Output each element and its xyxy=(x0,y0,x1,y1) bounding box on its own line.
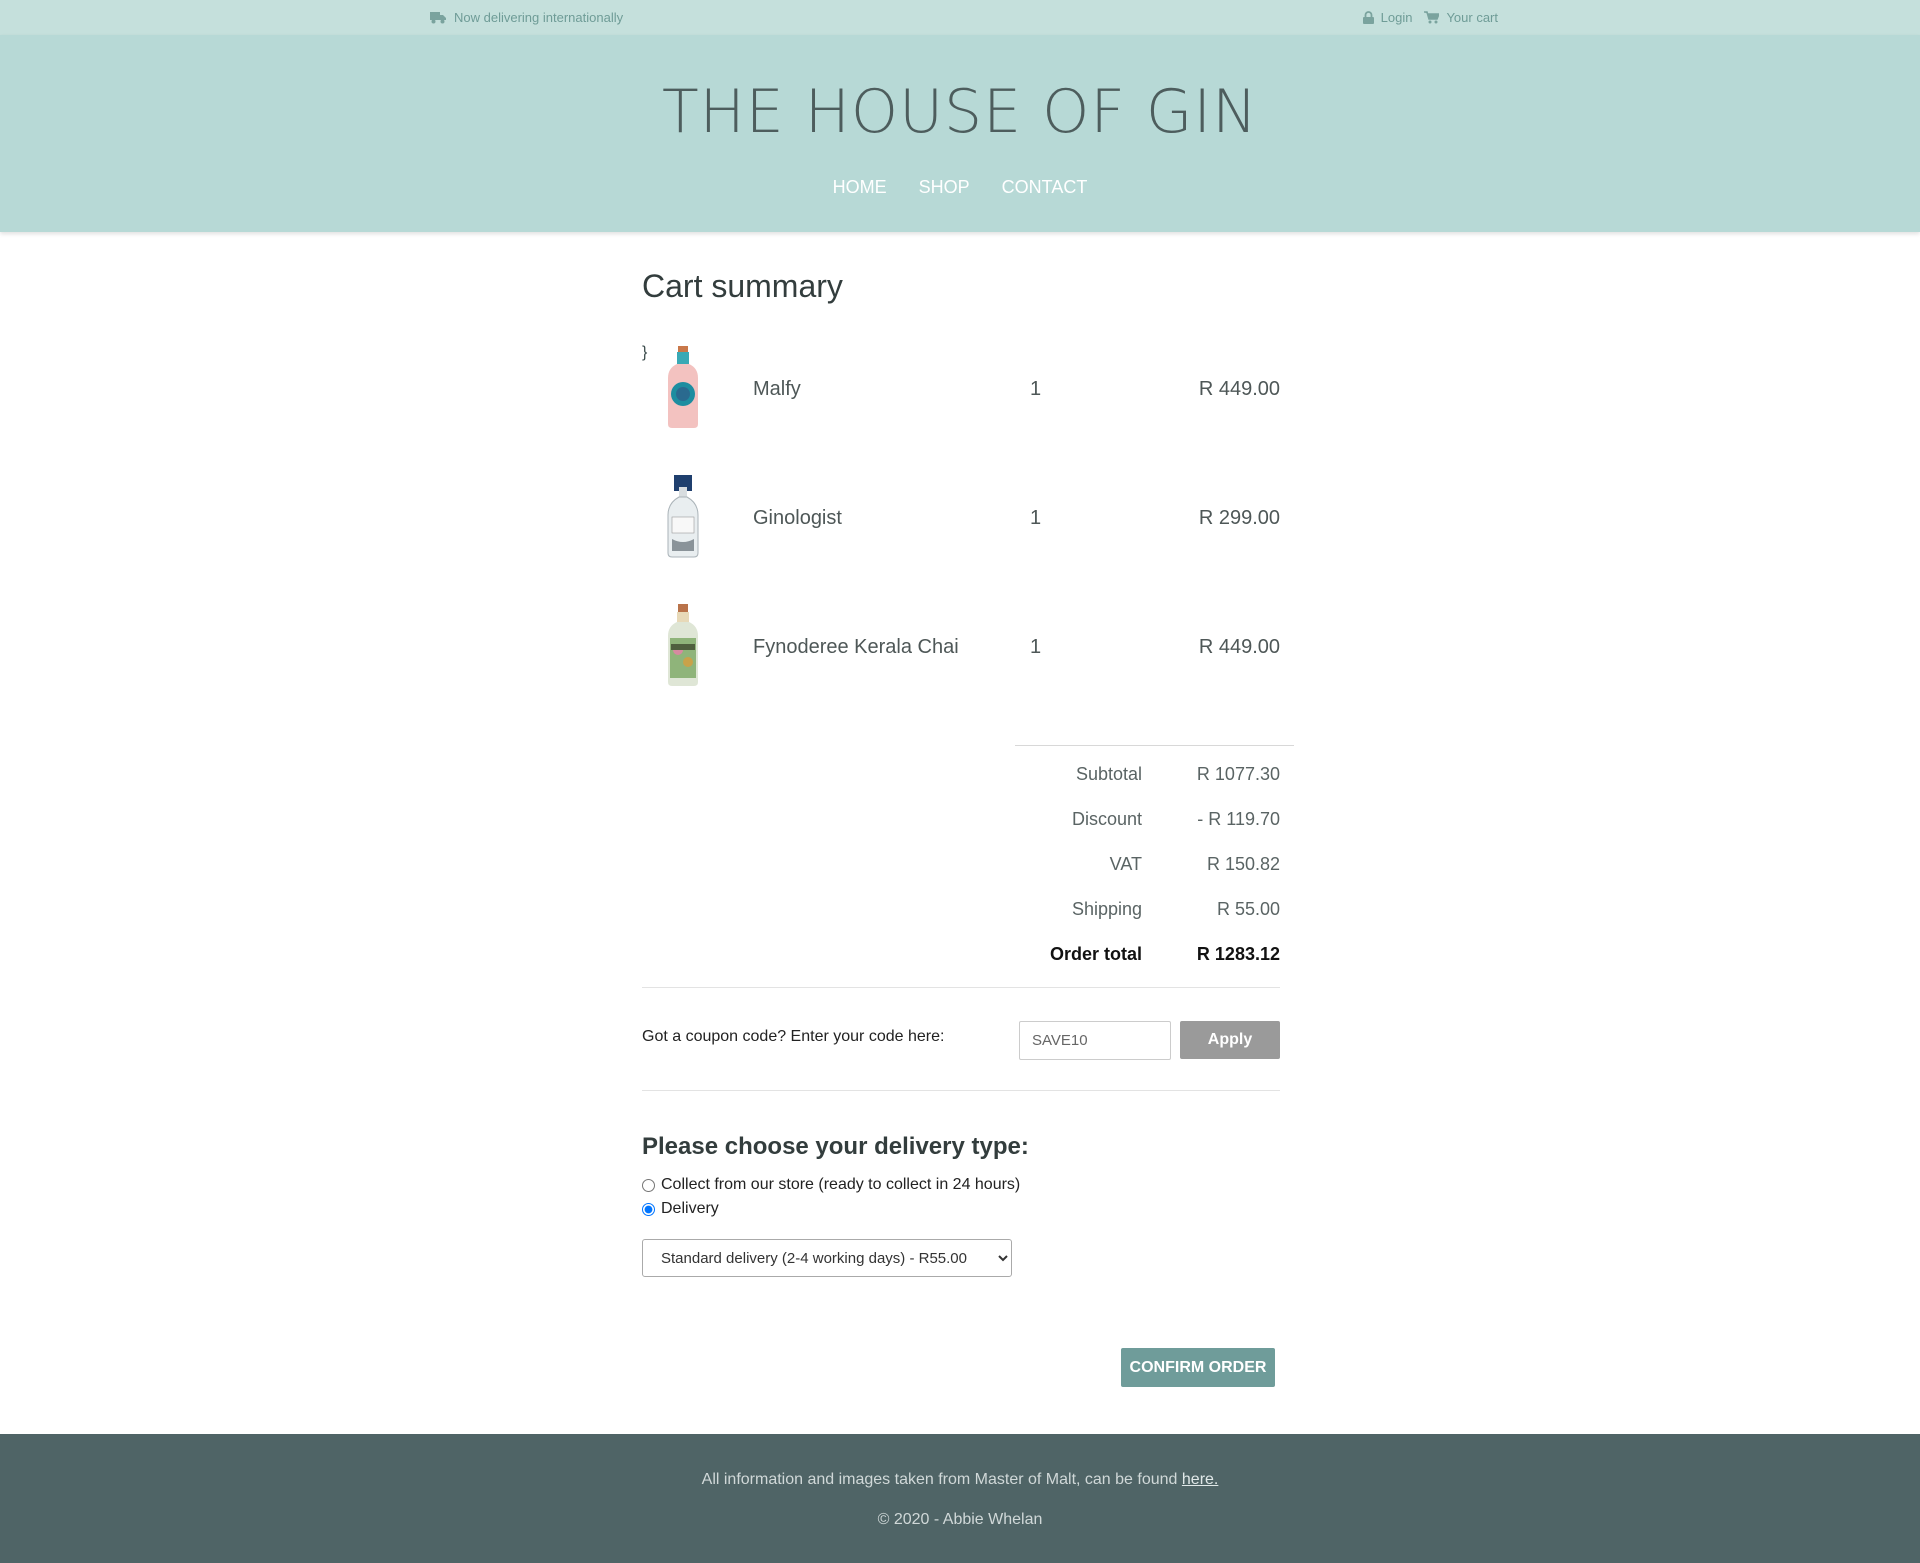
item-price: R 449.00 xyxy=(1198,378,1280,400)
nav-shop[interactable]: SHOP xyxy=(919,177,970,198)
login-link[interactable]: Login xyxy=(1362,10,1413,25)
shipping-value: R 55.00 xyxy=(1216,899,1280,919)
illustrated-gin-bottle-icon xyxy=(660,602,706,688)
footer-info: All information and images taken from Ma… xyxy=(0,1471,1920,1489)
coupon-input[interactable] xyxy=(1019,1021,1171,1060)
item-name[interactable]: Fynoderee Kerala Chai xyxy=(753,636,959,659)
delivery-notice: Now delivering internationally xyxy=(430,10,623,25)
item-price: R 299.00 xyxy=(1198,507,1280,529)
order-total-label: Order total xyxy=(1049,944,1142,964)
confirm-order-button[interactable]: CONFIRM ORDER xyxy=(1121,1348,1275,1387)
footer-info-text: All information and images taken from Ma… xyxy=(701,1471,1178,1488)
collect-label: Collect from our store (ready to collect… xyxy=(661,1176,1021,1193)
page-title: Cart summary xyxy=(642,268,843,304)
nav-contact[interactable]: CONTACT xyxy=(1002,177,1088,198)
delivery-option[interactable]: Delivery xyxy=(642,1200,719,1218)
cart-link[interactable]: Your cart xyxy=(1424,10,1498,25)
vat-value: R 150.82 xyxy=(1206,854,1280,874)
delivery-radio[interactable] xyxy=(642,1202,655,1216)
collect-radio[interactable] xyxy=(642,1178,655,1192)
discount-label: Discount xyxy=(1071,809,1142,829)
apply-coupon-button[interactable]: Apply xyxy=(1180,1021,1280,1059)
delivery-title: Please choose your delivery type: xyxy=(642,1133,1029,1160)
order-total-value: R 1283.12 xyxy=(1196,944,1280,964)
cart-item: Fynoderee Kerala Chai 1 R 449.00 xyxy=(642,602,1280,712)
item-qty: 1 xyxy=(1030,507,1042,529)
order-totals: Subtotal R 1077.30 Discount - R 119.70 V… xyxy=(1015,745,1294,971)
discount-value: - R 119.70 xyxy=(1197,809,1280,829)
delivery-label: Delivery xyxy=(661,1200,719,1217)
divider xyxy=(642,987,1280,988)
item-price: R 449.00 xyxy=(1198,636,1280,658)
pink-gin-bottle-icon xyxy=(660,344,706,430)
cart-item: Malfy 1 R 449.00 } xyxy=(642,344,1280,454)
site-footer: All information and images taken from Ma… xyxy=(0,1434,1920,1563)
top-bar: Now delivering internationally Login You… xyxy=(0,0,1920,35)
main-nav: HOME SHOP CONTACT xyxy=(0,177,1920,198)
shipping-label: Shipping xyxy=(1071,899,1142,919)
subtotal-label: Subtotal xyxy=(1075,764,1142,784)
cart-item: Ginologist 1 R 299.00 xyxy=(642,473,1280,583)
truck-icon xyxy=(430,11,446,24)
subtotal-row: Subtotal R 1077.30 xyxy=(1015,746,1294,791)
shipping-row: Shipping R 55.00 xyxy=(1015,881,1294,926)
lock-icon xyxy=(1362,11,1374,24)
item-name[interactable]: Malfy xyxy=(753,378,801,401)
login-label: Login xyxy=(1380,10,1413,25)
item-qty: 1 xyxy=(1030,636,1042,658)
site-header: THE HOUSE OF GIN HOME SHOP CONTACT xyxy=(0,35,1920,232)
collect-option[interactable]: Collect from our store (ready to collect… xyxy=(642,1176,1020,1194)
subtotal-value: R 1077.30 xyxy=(1196,764,1280,784)
discount-row: Discount - R 119.70 xyxy=(1015,791,1294,836)
clear-gin-bottle-icon xyxy=(660,473,706,559)
delivery-notice-text: Now delivering internationally xyxy=(454,10,624,25)
divider xyxy=(642,1090,1280,1091)
footer-source-link[interactable]: here. xyxy=(1182,1471,1218,1488)
vat-label: VAT xyxy=(1109,854,1142,874)
footer-copyright: © 2020 - Abbie Whelan xyxy=(877,1511,1043,1528)
vat-row: VAT R 150.82 xyxy=(1015,836,1294,881)
coupon-label: Got a coupon code? Enter your code here: xyxy=(642,1028,945,1045)
cart-label: Your cart xyxy=(1446,10,1498,25)
site-title[interactable]: THE HOUSE OF GIN xyxy=(0,77,1920,147)
nav-home[interactable]: HOME xyxy=(833,177,887,198)
shopping-cart-icon xyxy=(1424,11,1440,24)
delivery-method-select[interactable]: Standard delivery (2-4 working days) - R… xyxy=(642,1239,1012,1277)
item-name[interactable]: Ginologist xyxy=(753,507,842,530)
item-qty: 1 xyxy=(1030,378,1042,400)
order-total-row: Order total R 1283.12 xyxy=(1015,926,1294,971)
